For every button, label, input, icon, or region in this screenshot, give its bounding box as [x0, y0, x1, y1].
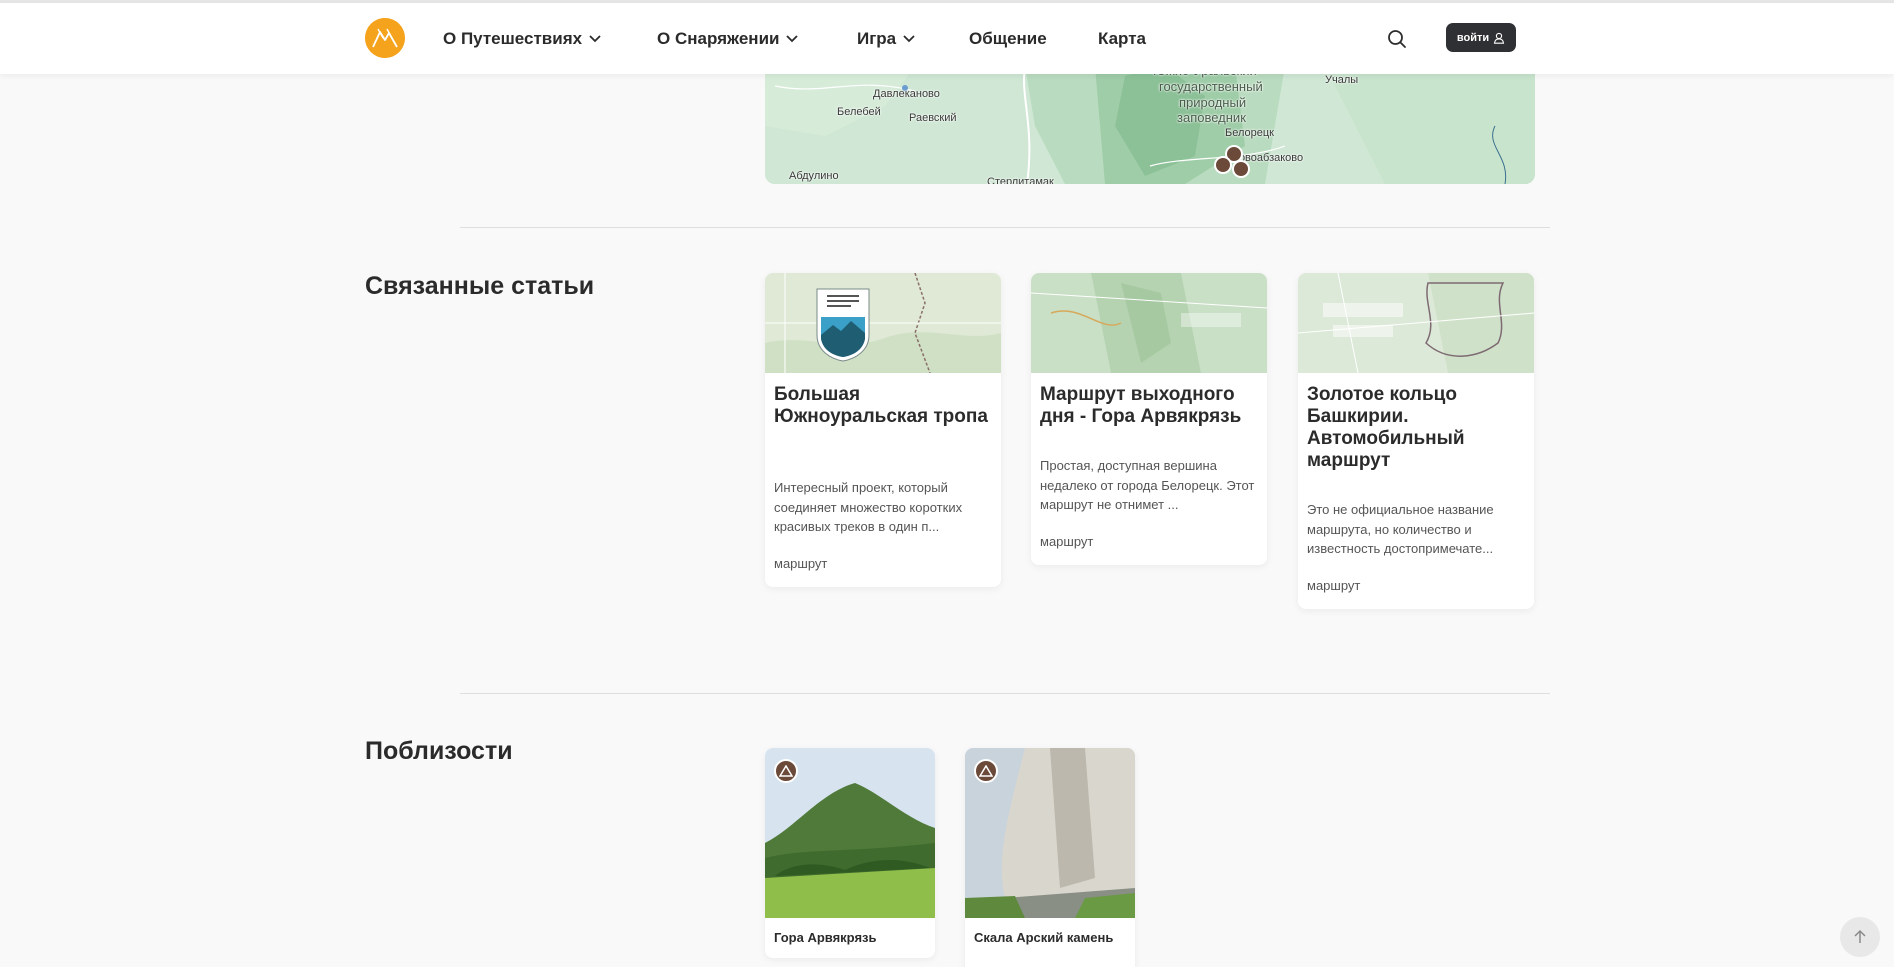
page: О Путешествиях О Снаряжении Игра Общение… — [0, 0, 1894, 967]
section-title-nearby: Поблизости — [365, 737, 513, 765]
article-image — [765, 273, 1001, 373]
map-label: Раевский — [909, 112, 957, 124]
nav-item-game[interactable]: Игра — [857, 28, 916, 50]
user-icon — [1494, 32, 1505, 44]
nav-item-label: О Путешествиях — [443, 29, 583, 48]
search-button[interactable] — [1386, 28, 1408, 50]
chevron-down-icon — [589, 35, 601, 43]
article-image — [1298, 273, 1534, 373]
map-label: природный — [1179, 95, 1247, 110]
article-title: Маршрут выходного дня - Гора Арвякрязь — [1040, 384, 1242, 427]
nav-item-label: Карта — [1098, 29, 1146, 48]
section-divider — [460, 227, 1550, 228]
article-card[interactable]: Большая Южноуральская тропа Интересный п… — [765, 273, 1001, 587]
map-label: Белорецк — [1225, 127, 1274, 139]
login-label: войти — [1456, 31, 1490, 44]
login-button[interactable]: войти — [1446, 23, 1516, 52]
nearby-image — [965, 748, 1135, 918]
article-card[interactable]: Маршрут выходного дня - Гора Арвякрязь П… — [1031, 273, 1267, 565]
site-logo[interactable] — [365, 18, 405, 58]
article-description: Это не официальное название маршрута, но… — [1307, 502, 1494, 556]
nav-item-community[interactable]: Общение — [969, 28, 1047, 50]
article-tag: маршрут — [1040, 534, 1094, 549]
nearby-card[interactable]: Скала Арский камень — [965, 748, 1135, 967]
nearby-title: Скала Арский камень — [974, 930, 1114, 945]
section-divider — [460, 693, 1550, 694]
arrow-up-icon — [1854, 929, 1866, 943]
section-title-related: Связанные статьи — [365, 272, 595, 300]
mountain-icon — [974, 759, 998, 783]
map-label: заповедник — [1177, 110, 1246, 125]
map-label: Давлеканово — [873, 88, 940, 100]
logo-icon — [365, 18, 405, 58]
search-icon — [1388, 30, 1406, 48]
article-description: Интересный проект, который соединяет мно… — [774, 480, 963, 534]
map-label: государственный — [1159, 79, 1263, 94]
map-label: Абдулино — [789, 170, 839, 182]
map-label: Учалы — [1325, 74, 1359, 86]
article-description: Простая, доступная вершина недалеко от г… — [1040, 458, 1255, 512]
nav-item-gear[interactable]: О Снаряжении — [657, 28, 799, 50]
site-header: О Путешествиях О Снаряжении Игра Общение… — [0, 3, 1894, 74]
map-label: Белебей — [837, 106, 881, 118]
mountain-icon — [774, 759, 798, 783]
nearby-card[interactable]: Гора Арвякрязь — [765, 748, 935, 958]
article-title: Золотое кольцо Башкирии. Автомобильный м… — [1307, 384, 1465, 471]
article-card[interactable]: Золотое кольцо Башкирии. Автомобильный м… — [1298, 273, 1534, 609]
chevron-down-icon — [786, 35, 799, 43]
map-pin-icon[interactable] — [1232, 160, 1250, 178]
nav-item-label: Игра — [857, 29, 897, 48]
article-image — [1031, 273, 1267, 373]
map-label: Стерлитамак — [987, 176, 1054, 184]
map-preview[interactable]: Давлеканово Белебей Раевский Абдулино Ст… — [765, 66, 1535, 184]
nav-item-label: Общение — [969, 29, 1047, 48]
nearby-title: Гора Арвякрязь — [774, 930, 877, 945]
map-terrain — [765, 66, 1535, 184]
nearby-image — [765, 748, 935, 918]
article-tag: маршрут — [1307, 578, 1361, 593]
scroll-to-top-button[interactable] — [1840, 917, 1880, 957]
nav-item-map[interactable]: Карта — [1098, 28, 1146, 50]
nav-item-travel[interactable]: О Путешествиях — [443, 28, 602, 50]
chevron-down-icon — [903, 35, 915, 43]
map-pin-icon[interactable] — [1214, 156, 1232, 174]
nav-item-label: О Снаряжении — [657, 29, 780, 48]
article-tag: маршрут — [774, 556, 828, 571]
article-title: Большая Южноуральская тропа — [774, 384, 988, 427]
